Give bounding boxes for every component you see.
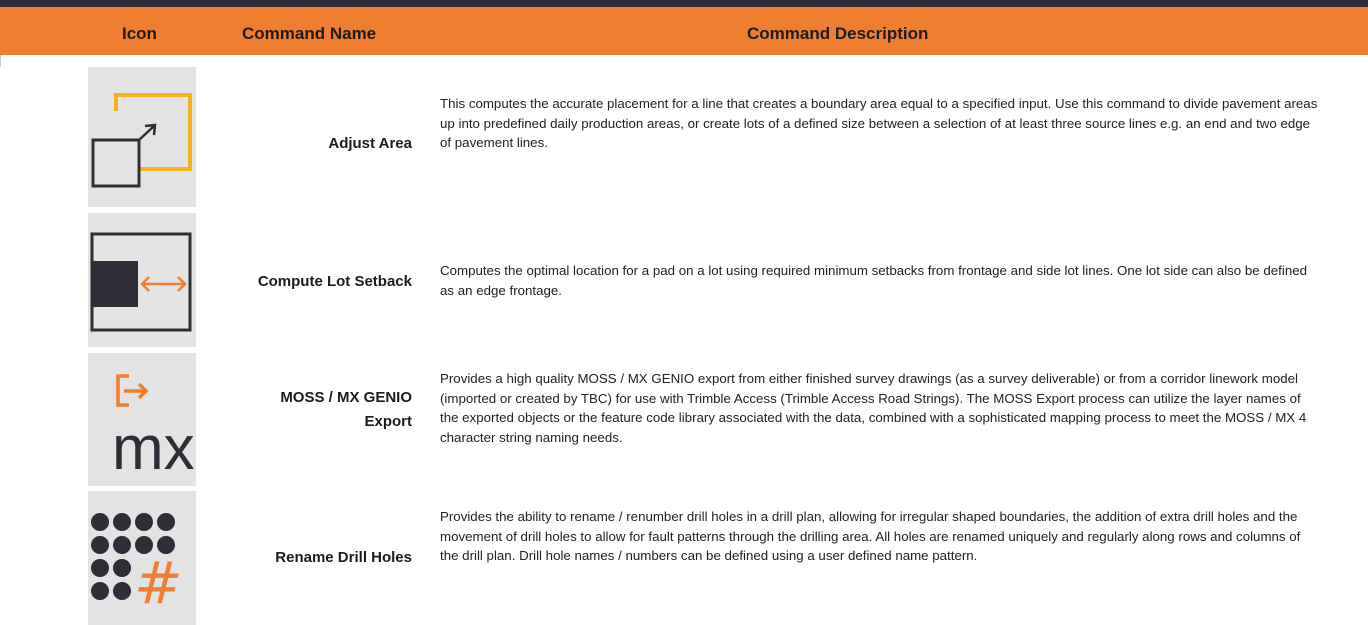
left-border: [0, 55, 1, 67]
hash-icon-text: #: [134, 549, 183, 617]
lot-setback-icon: [88, 213, 196, 347]
command-description: Computes the optimal location for a pad …: [440, 263, 1307, 298]
command-description: Provides the ability to rename / renumbe…: [440, 509, 1301, 563]
command-name-line2: Export: [364, 413, 412, 430]
header-command-name: Command Name: [242, 24, 377, 43]
drill-holes-icon: #: [88, 491, 196, 625]
table-row: Compute Lot Setback Computes the optimal…: [0, 213, 1368, 347]
table-row: # Rename Drill Holes Provides the abilit…: [0, 491, 1368, 625]
header-icon: Icon: [122, 24, 157, 43]
header-command-description: Command Description: [747, 24, 929, 43]
command-description: Provides a high quality MOSS / MX GENIO …: [440, 371, 1307, 445]
command-description: This computes the accurate placement for…: [440, 96, 1318, 150]
table-header: Icon Command Name Command Description: [0, 7, 1368, 67]
mx-icon-text: mx: [112, 414, 195, 483]
mx-export-icon: mx: [88, 353, 196, 486]
table-row: mx MOSS / MX GENIO Export Provides a hig…: [0, 353, 1368, 486]
command-name-line1: MOSS / MX GENIO: [280, 389, 412, 406]
top-dark-bar: [0, 0, 1368, 7]
table-row: Adjust Area This computes the accurate p…: [0, 67, 1368, 207]
command-name: Compute Lot Setback: [257, 273, 412, 290]
adjust-area-icon: [88, 67, 196, 207]
command-name: Rename Drill Holes: [275, 549, 412, 566]
command-name: MOSS / MX GENIO Export: [280, 386, 412, 434]
command-name: Adjust Area: [328, 135, 412, 152]
